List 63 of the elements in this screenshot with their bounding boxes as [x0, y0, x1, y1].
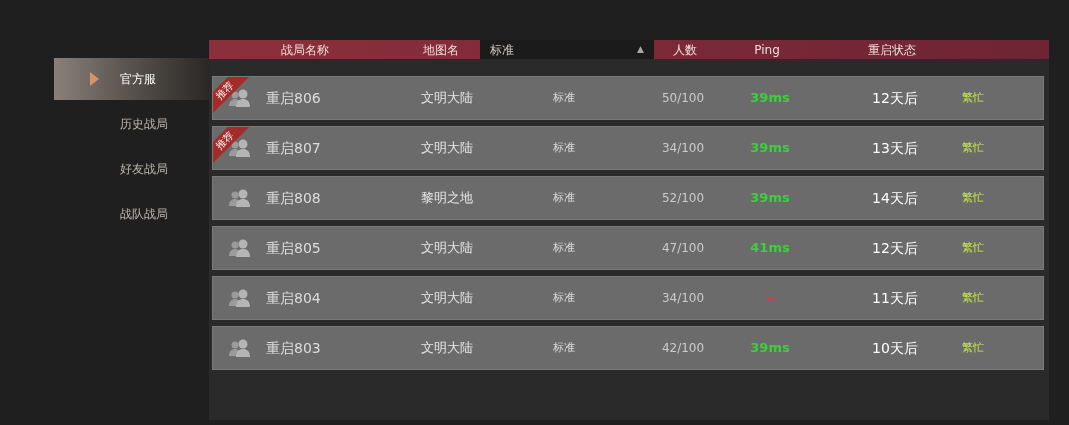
restart-time: 10天后	[871, 338, 919, 358]
map-name: 黎明之地	[420, 189, 474, 208]
sidebar-item[interactable]: 好友战局	[54, 148, 209, 190]
restart-time: 14天后	[871, 188, 919, 208]
column-header: 地图名	[421, 41, 460, 59]
people-icon	[227, 189, 252, 207]
triangle-icon	[90, 72, 99, 86]
server-name: 重启805	[266, 238, 322, 258]
status-text: 繁忙	[961, 139, 985, 156]
server-row[interactable]: 重启805 文明大陆 标准 47/100 41ms 12天后 繁忙	[212, 226, 1044, 270]
server-name: 重启803	[266, 338, 322, 358]
mode-text: 标准	[552, 289, 576, 306]
player-count: 34/100	[660, 290, 706, 307]
mode-text: 标准	[552, 89, 576, 106]
server-name: 重启807	[266, 138, 322, 158]
column-header: 人数	[672, 41, 698, 59]
restart-time: 12天后	[871, 238, 919, 258]
column-header: Ping	[753, 41, 781, 59]
server-row[interactable]: 重启803 文明大陆 标准 42/100 39ms 10天后 繁忙	[212, 326, 1044, 370]
column-header: 战局名称	[280, 41, 330, 59]
filter-dropdown[interactable]: 标准 ▲	[480, 40, 654, 59]
restart-time: 12天后	[871, 88, 919, 108]
status-text: 繁忙	[961, 239, 985, 256]
server-row[interactable]: 重启808 黎明之地 标准 52/100 39ms 14天后 繁忙	[212, 176, 1044, 220]
server-name: 重启806	[266, 88, 322, 108]
server-row[interactable]: 推荐 重启806 文明大陆 标准 50/100 39ms 12天后 繁忙	[212, 76, 1044, 120]
restart-time: 13天后	[871, 138, 919, 158]
sidebar-item[interactable]: 历史战局	[54, 103, 209, 145]
ping-text: 39ms	[749, 89, 791, 108]
people-icon	[227, 339, 252, 357]
people-icon	[227, 239, 252, 257]
mode-text: 标准	[552, 239, 576, 256]
server-row[interactable]: 重启804 文明大陆 标准 34/100 – 11天后 繁忙	[212, 276, 1044, 320]
mode-text: 标准	[552, 189, 576, 206]
restart-time: 11天后	[871, 288, 919, 308]
ping-text: 39ms	[749, 139, 791, 158]
player-count: 52/100	[660, 190, 706, 207]
map-name: 文明大陆	[420, 139, 474, 158]
mode-text: 标准	[552, 139, 576, 156]
ping-text: 39ms	[749, 339, 791, 358]
player-count: 42/100	[660, 340, 706, 357]
status-text: 繁忙	[961, 339, 985, 356]
ping-text: –	[765, 289, 775, 308]
map-name: 文明大陆	[420, 89, 474, 108]
map-name: 文明大陆	[420, 239, 474, 258]
status-text: 繁忙	[961, 89, 985, 106]
player-count: 50/100	[660, 90, 706, 107]
server-row[interactable]: 推荐 重启807 文明大陆 标准 34/100 39ms 13天后 繁忙	[212, 126, 1044, 170]
server-name: 重启804	[266, 288, 322, 308]
column-header: 重启状态	[867, 41, 917, 59]
map-name: 文明大陆	[420, 289, 474, 308]
server-name: 重启808	[266, 188, 322, 208]
ping-text: 41ms	[749, 239, 791, 258]
sidebar-item[interactable]: 官方服	[54, 58, 209, 100]
sidebar-item[interactable]: 战队战局	[54, 193, 209, 235]
player-count: 47/100	[660, 240, 706, 257]
map-name: 文明大陆	[420, 339, 474, 358]
ping-text: 39ms	[749, 189, 791, 208]
status-text: 繁忙	[961, 189, 985, 206]
people-icon	[227, 289, 252, 307]
status-text: 繁忙	[961, 289, 985, 306]
player-count: 34/100	[660, 140, 706, 157]
mode-text: 标准	[552, 339, 576, 356]
